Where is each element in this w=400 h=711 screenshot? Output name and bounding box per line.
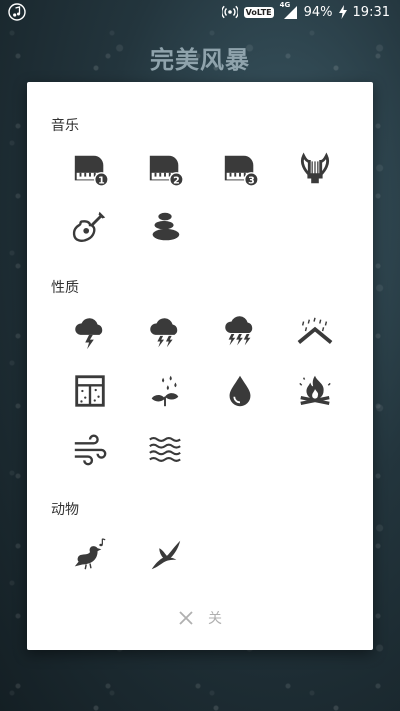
music-notification-icon — [8, 3, 26, 21]
zen-stones-icon — [152, 212, 180, 241]
piano-1-button[interactable]: 1 — [68, 147, 112, 191]
campfire-icon — [299, 375, 331, 405]
campfire-button[interactable] — [293, 369, 337, 413]
severe-thunderstorm-icon — [225, 316, 253, 346]
piano-2-button[interactable]: 2 — [143, 147, 187, 191]
close-label: 关 — [208, 611, 222, 627]
water-drop-icon — [229, 375, 251, 407]
rain-on-leaves-icon — [151, 375, 179, 407]
guitar-icon — [72, 211, 106, 242]
sound-picker-dialog: 音乐 1 2 3 性质 动物 关 — [27, 82, 373, 650]
battery-charging-icon — [338, 5, 347, 19]
piano-1-icon: 1 — [74, 155, 109, 187]
songbird-icon — [74, 538, 106, 570]
songbird-button[interactable] — [68, 532, 112, 576]
seagull-button[interactable] — [143, 532, 187, 576]
rain-on-leaves-button[interactable] — [143, 369, 187, 413]
piano-3-badge: 3 — [248, 175, 255, 186]
piano-1-badge: 1 — [98, 175, 105, 186]
hotspot-icon — [221, 5, 238, 19]
wind-button[interactable] — [68, 427, 112, 471]
close-icon — [179, 611, 193, 625]
piano-2-icon: 2 — [149, 155, 184, 187]
guitar-button[interactable] — [68, 205, 112, 249]
section-title-music: 音乐 — [51, 118, 79, 134]
thunderstorm-button[interactable] — [68, 311, 112, 355]
section-title-animals: 动物 — [51, 502, 79, 518]
seagull-icon — [151, 540, 181, 570]
rain-on-roof-button[interactable] — [293, 311, 337, 355]
lyre-button[interactable] — [293, 147, 337, 191]
piano-3-button[interactable]: 3 — [218, 147, 262, 191]
app-title: 完美风暴 — [150, 46, 250, 74]
rain-on-window-icon — [75, 375, 105, 407]
zen-stones-button[interactable] — [143, 205, 187, 249]
section-title-nature: 性质 — [51, 280, 79, 296]
clock: 19:31 — [352, 4, 390, 20]
status-bar: VoLTE 4G 94% 19:31 — [0, 0, 400, 24]
heavy-thunderstorm-button[interactable] — [143, 311, 187, 355]
piano-3-icon: 3 — [224, 155, 259, 187]
battery-percent: 94% — [303, 4, 333, 20]
rain-on-window-button[interactable] — [68, 369, 112, 413]
signal-strength-icon: 4G — [280, 1, 298, 20]
severe-thunderstorm-button[interactable] — [218, 311, 262, 355]
water-drop-button[interactable] — [218, 369, 262, 413]
heavy-thunderstorm-icon — [150, 318, 178, 348]
piano-2-badge: 2 — [173, 175, 180, 186]
volte-badge: VoLTE — [243, 6, 274, 18]
close-button[interactable]: 关 — [27, 608, 373, 628]
lyre-icon — [300, 152, 330, 184]
rain-on-roof-icon — [297, 317, 333, 344]
waves-button[interactable] — [143, 427, 187, 471]
thunderstorm-icon — [75, 318, 103, 350]
wind-icon — [74, 434, 107, 466]
waves-icon — [149, 437, 181, 462]
